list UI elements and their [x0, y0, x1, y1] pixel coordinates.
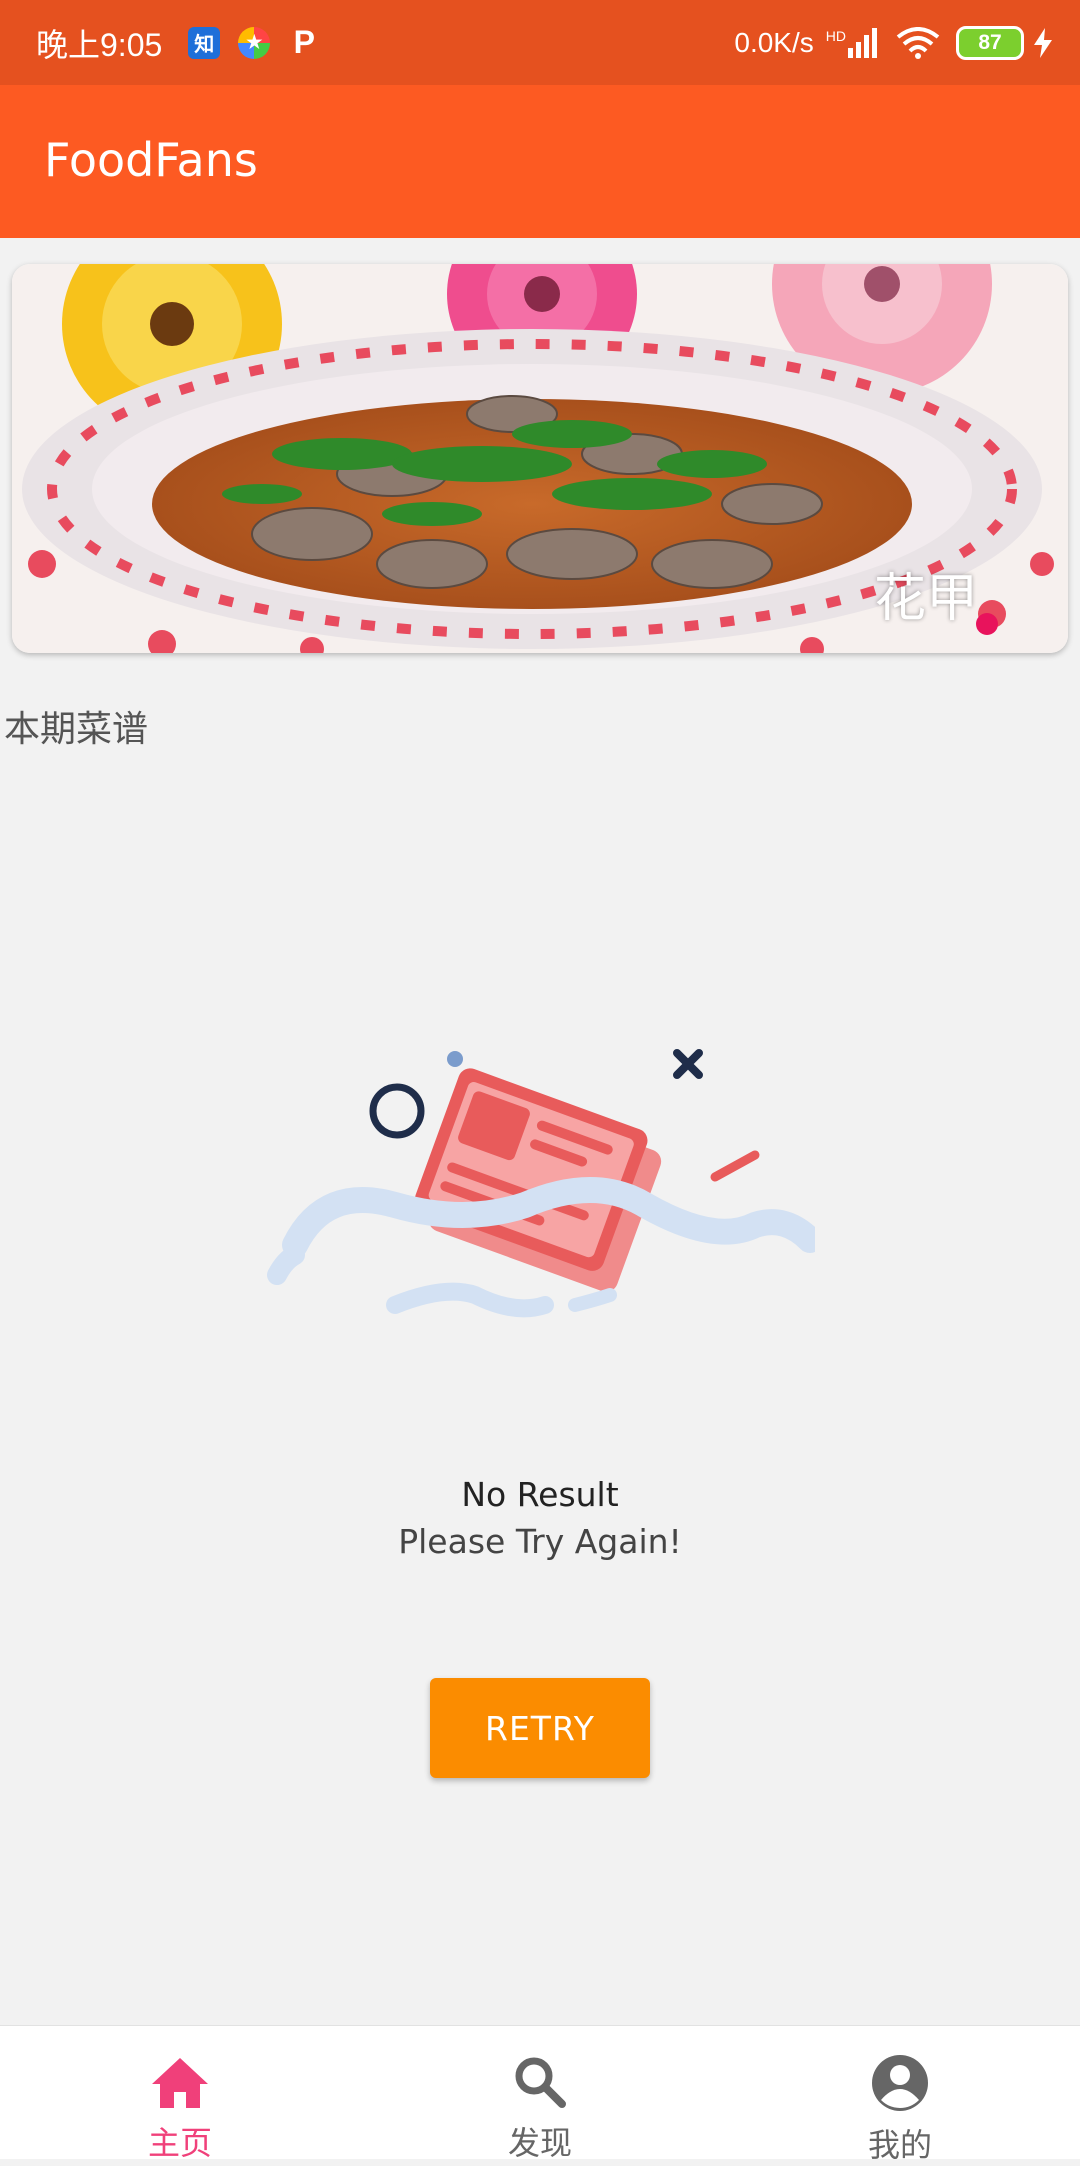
- banner-carousel[interactable]: 花甲: [12, 264, 1068, 653]
- nav-item-mine[interactable]: 我的: [720, 2026, 1080, 2164]
- app-bar: FoodFans: [0, 85, 1080, 238]
- no-result-illustration: [267, 1049, 815, 1318]
- nav-item-discover[interactable]: 发现: [360, 2026, 720, 2162]
- banner-page-indicator[interactable]: [976, 613, 998, 635]
- empty-state-title: No Result: [461, 1475, 619, 1514]
- net-speed: 0.0K/s: [734, 26, 814, 58]
- star-app-icon: ★: [238, 26, 271, 59]
- nav-label-mine: 我的: [867, 2126, 932, 2164]
- account-icon: [870, 2054, 930, 2112]
- zhihu-icon: 知: [188, 26, 221, 59]
- signal-icon: HD: [825, 27, 878, 58]
- status-bar-left: 晚上9:05 知 ★ P: [36, 20, 338, 66]
- status-bar-right: 0.0K/s HD 87: [734, 25, 1052, 60]
- banner-watermark: 花甲: [873, 569, 978, 629]
- retry-button[interactable]: RETRY: [430, 1678, 650, 1778]
- p-app-icon: P: [293, 24, 315, 60]
- home-icon: [150, 2054, 210, 2110]
- section-title: 本期菜谱: [4, 709, 149, 750]
- search-icon: [510, 2054, 570, 2110]
- nav-item-home[interactable]: 主页: [0, 2026, 360, 2162]
- wifi-icon: [896, 26, 940, 59]
- status-time: 晚上9:05: [36, 26, 163, 63]
- signal-hd-label: HD: [825, 27, 846, 44]
- status-bar: 晚上9:05 知 ★ P 0.0K/s HD 87: [0, 0, 1080, 85]
- charging-icon: [1034, 27, 1052, 58]
- battery-indicator: 87: [956, 25, 1024, 60]
- app-title: FoodFans: [44, 133, 258, 187]
- empty-state-subtitle: Please Try Again!: [398, 1522, 682, 1561]
- nav-label-discover: 发现: [507, 2124, 572, 2162]
- bottom-navigation: 主页 发现 我的: [0, 2025, 1080, 2164]
- nav-label-home: 主页: [147, 2124, 212, 2162]
